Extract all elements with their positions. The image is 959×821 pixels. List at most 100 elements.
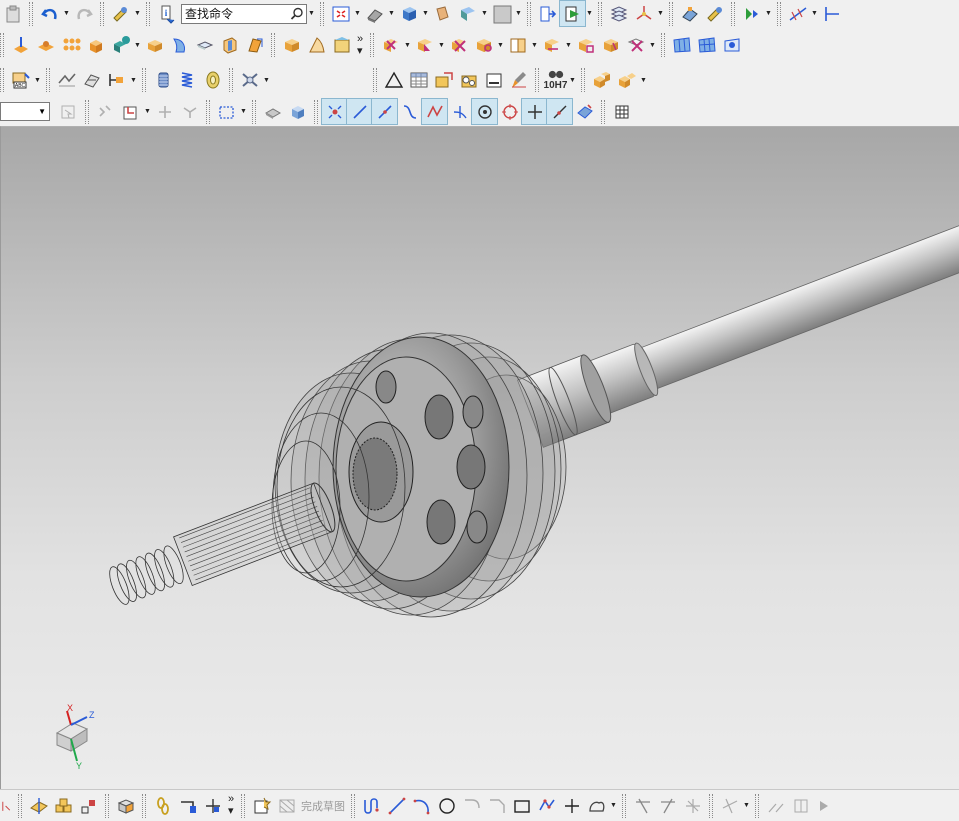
rectangle-select-icon[interactable]	[214, 99, 239, 124]
cv-joint-model[interactable]	[1, 127, 959, 789]
surface-grid-icon[interactable]	[669, 33, 694, 58]
sketch-flag-icon[interactable]	[274, 793, 299, 818]
sync-replace-dropdown[interactable]: ▼	[496, 33, 505, 58]
assembly-dropdown[interactable]: ▼	[639, 68, 648, 93]
line-icon[interactable]	[384, 793, 409, 818]
undo-dropdown[interactable]: ▼	[62, 1, 71, 26]
sketch-hanger-icon[interactable]	[200, 793, 225, 818]
block-icon[interactable]	[142, 33, 167, 58]
sync-move-dropdown[interactable]: ▼	[403, 33, 412, 58]
frame-icon[interactable]	[481, 68, 506, 93]
shape-dropdown[interactable]: ▼	[129, 68, 138, 93]
section-view-dropdown[interactable]: ▼	[480, 1, 489, 26]
fold-icon[interactable]	[304, 33, 329, 58]
offset-icon[interactable]	[584, 793, 609, 818]
blend-icon[interactable]	[279, 33, 304, 58]
polygon-icon[interactable]	[534, 793, 559, 818]
edge-icon[interactable]	[819, 1, 844, 26]
sync-linear-icon[interactable]	[623, 33, 648, 58]
view-cube-icon[interactable]	[285, 99, 310, 124]
drafting-view-icon[interactable]	[559, 0, 586, 27]
extend-icon[interactable]	[655, 793, 680, 818]
layer-select[interactable]: ▼	[0, 102, 50, 121]
rectangle-select-dropdown[interactable]: ▼	[239, 99, 248, 124]
work-view-icon[interactable]	[535, 1, 560, 26]
row2-more-icon[interactable]: » ▾	[354, 33, 366, 58]
sync-pattern-dropdown[interactable]: ▼	[564, 33, 573, 58]
assembly-icon[interactable]	[677, 1, 702, 26]
brush-icon[interactable]	[506, 68, 531, 93]
info-icon[interactable]: i	[154, 1, 179, 26]
sync-pattern-icon[interactable]	[539, 33, 564, 58]
binoculars-icon[interactable]: 10H7	[543, 66, 568, 94]
bottom-more-icon[interactable]	[813, 793, 838, 818]
drafting-view-dropdown[interactable]: ▼	[585, 1, 594, 26]
thicken-icon[interactable]	[79, 68, 104, 93]
sync-resize-icon[interactable]	[505, 33, 530, 58]
vertex-icon[interactable]	[421, 98, 448, 125]
background-icon[interactable]	[489, 1, 514, 26]
chamfer-line-icon[interactable]	[484, 793, 509, 818]
shade-icon[interactable]	[260, 99, 285, 124]
selection-filter-icon[interactable]	[108, 1, 133, 26]
redo-icon[interactable]	[71, 1, 96, 26]
cylinder-icon[interactable]	[150, 68, 175, 93]
sweep-icon[interactable]	[242, 33, 267, 58]
sketch-chain-icon[interactable]	[150, 793, 175, 818]
pattern-icon[interactable]	[58, 33, 83, 58]
boss-icon[interactable]	[33, 33, 58, 58]
triangle-icon[interactable]	[381, 68, 406, 93]
shape-icon[interactable]	[104, 68, 129, 93]
feature-icon[interactable]	[702, 1, 727, 26]
chamfer-icon[interactable]	[217, 33, 242, 58]
mirror-dropdown[interactable]: ▼	[764, 1, 773, 26]
profile-icon[interactable]	[359, 793, 384, 818]
surface-mesh-icon[interactable]	[694, 33, 719, 58]
graphics-viewport[interactable]: X Z Y	[0, 126, 959, 789]
sync-offset-dropdown[interactable]: ▼	[437, 33, 446, 58]
hide-icon[interactable]	[430, 1, 455, 26]
sync-group-icon[interactable]	[573, 33, 598, 58]
dimension-line-icon[interactable]	[788, 793, 813, 818]
dimension-dropdown[interactable]: ▼	[810, 1, 819, 26]
pipe-icon[interactable]	[0, 793, 14, 818]
dimension-icon[interactable]	[785, 1, 810, 26]
wcs-dropdown[interactable]: ▼	[656, 1, 665, 26]
mirror-line-icon[interactable]	[763, 793, 788, 818]
note-icon[interactable]	[431, 68, 456, 93]
sketch-frame-icon[interactable]	[249, 793, 274, 818]
surface-icon[interactable]	[329, 33, 354, 58]
snap-line-icon[interactable]	[346, 98, 373, 125]
snap-point-icon[interactable]	[321, 98, 348, 125]
extrude-icon[interactable]	[83, 33, 108, 58]
constraint-dropdown[interactable]: ▼	[742, 793, 751, 818]
snap-end-icon[interactable]	[371, 98, 398, 125]
rectangle-icon[interactable]	[509, 793, 534, 818]
fillet-icon[interactable]	[459, 793, 484, 818]
surface-trim-icon[interactable]	[719, 33, 744, 58]
sketch-section-icon[interactable]	[26, 793, 51, 818]
shell-icon[interactable]	[192, 33, 217, 58]
table-icon[interactable]	[406, 68, 431, 93]
selection-filter-dropdown[interactable]: ▼	[133, 1, 142, 26]
solid-view-icon[interactable]	[396, 1, 421, 26]
shade-mode-dropdown[interactable]: ▼	[387, 1, 396, 26]
curve-icon[interactable]	[397, 99, 422, 124]
line-snap-icon[interactable]	[546, 98, 573, 125]
snap-icon[interactable]	[93, 99, 118, 124]
grid-icon[interactable]	[609, 99, 634, 124]
sync-detail-icon[interactable]	[598, 33, 623, 58]
finish-sketch-button[interactable]: 完成草图	[299, 793, 347, 818]
callout-icon[interactable]	[456, 68, 481, 93]
bearing-icon[interactable]	[237, 68, 262, 93]
section-view-icon[interactable]	[455, 1, 480, 26]
solid-view-dropdown[interactable]: ▼	[421, 1, 430, 26]
sync-delete-icon[interactable]	[446, 33, 471, 58]
sync-replace-icon[interactable]	[471, 33, 496, 58]
filter-dropdown[interactable]: ▼	[143, 99, 152, 124]
fit-view-dropdown[interactable]: ▼	[353, 1, 362, 26]
bottom-more-left-icon[interactable]: » ▾	[225, 793, 237, 818]
sync-resize-dropdown[interactable]: ▼	[530, 33, 539, 58]
gear-icon[interactable]	[200, 68, 225, 93]
offset-dropdown[interactable]: ▼	[609, 793, 618, 818]
